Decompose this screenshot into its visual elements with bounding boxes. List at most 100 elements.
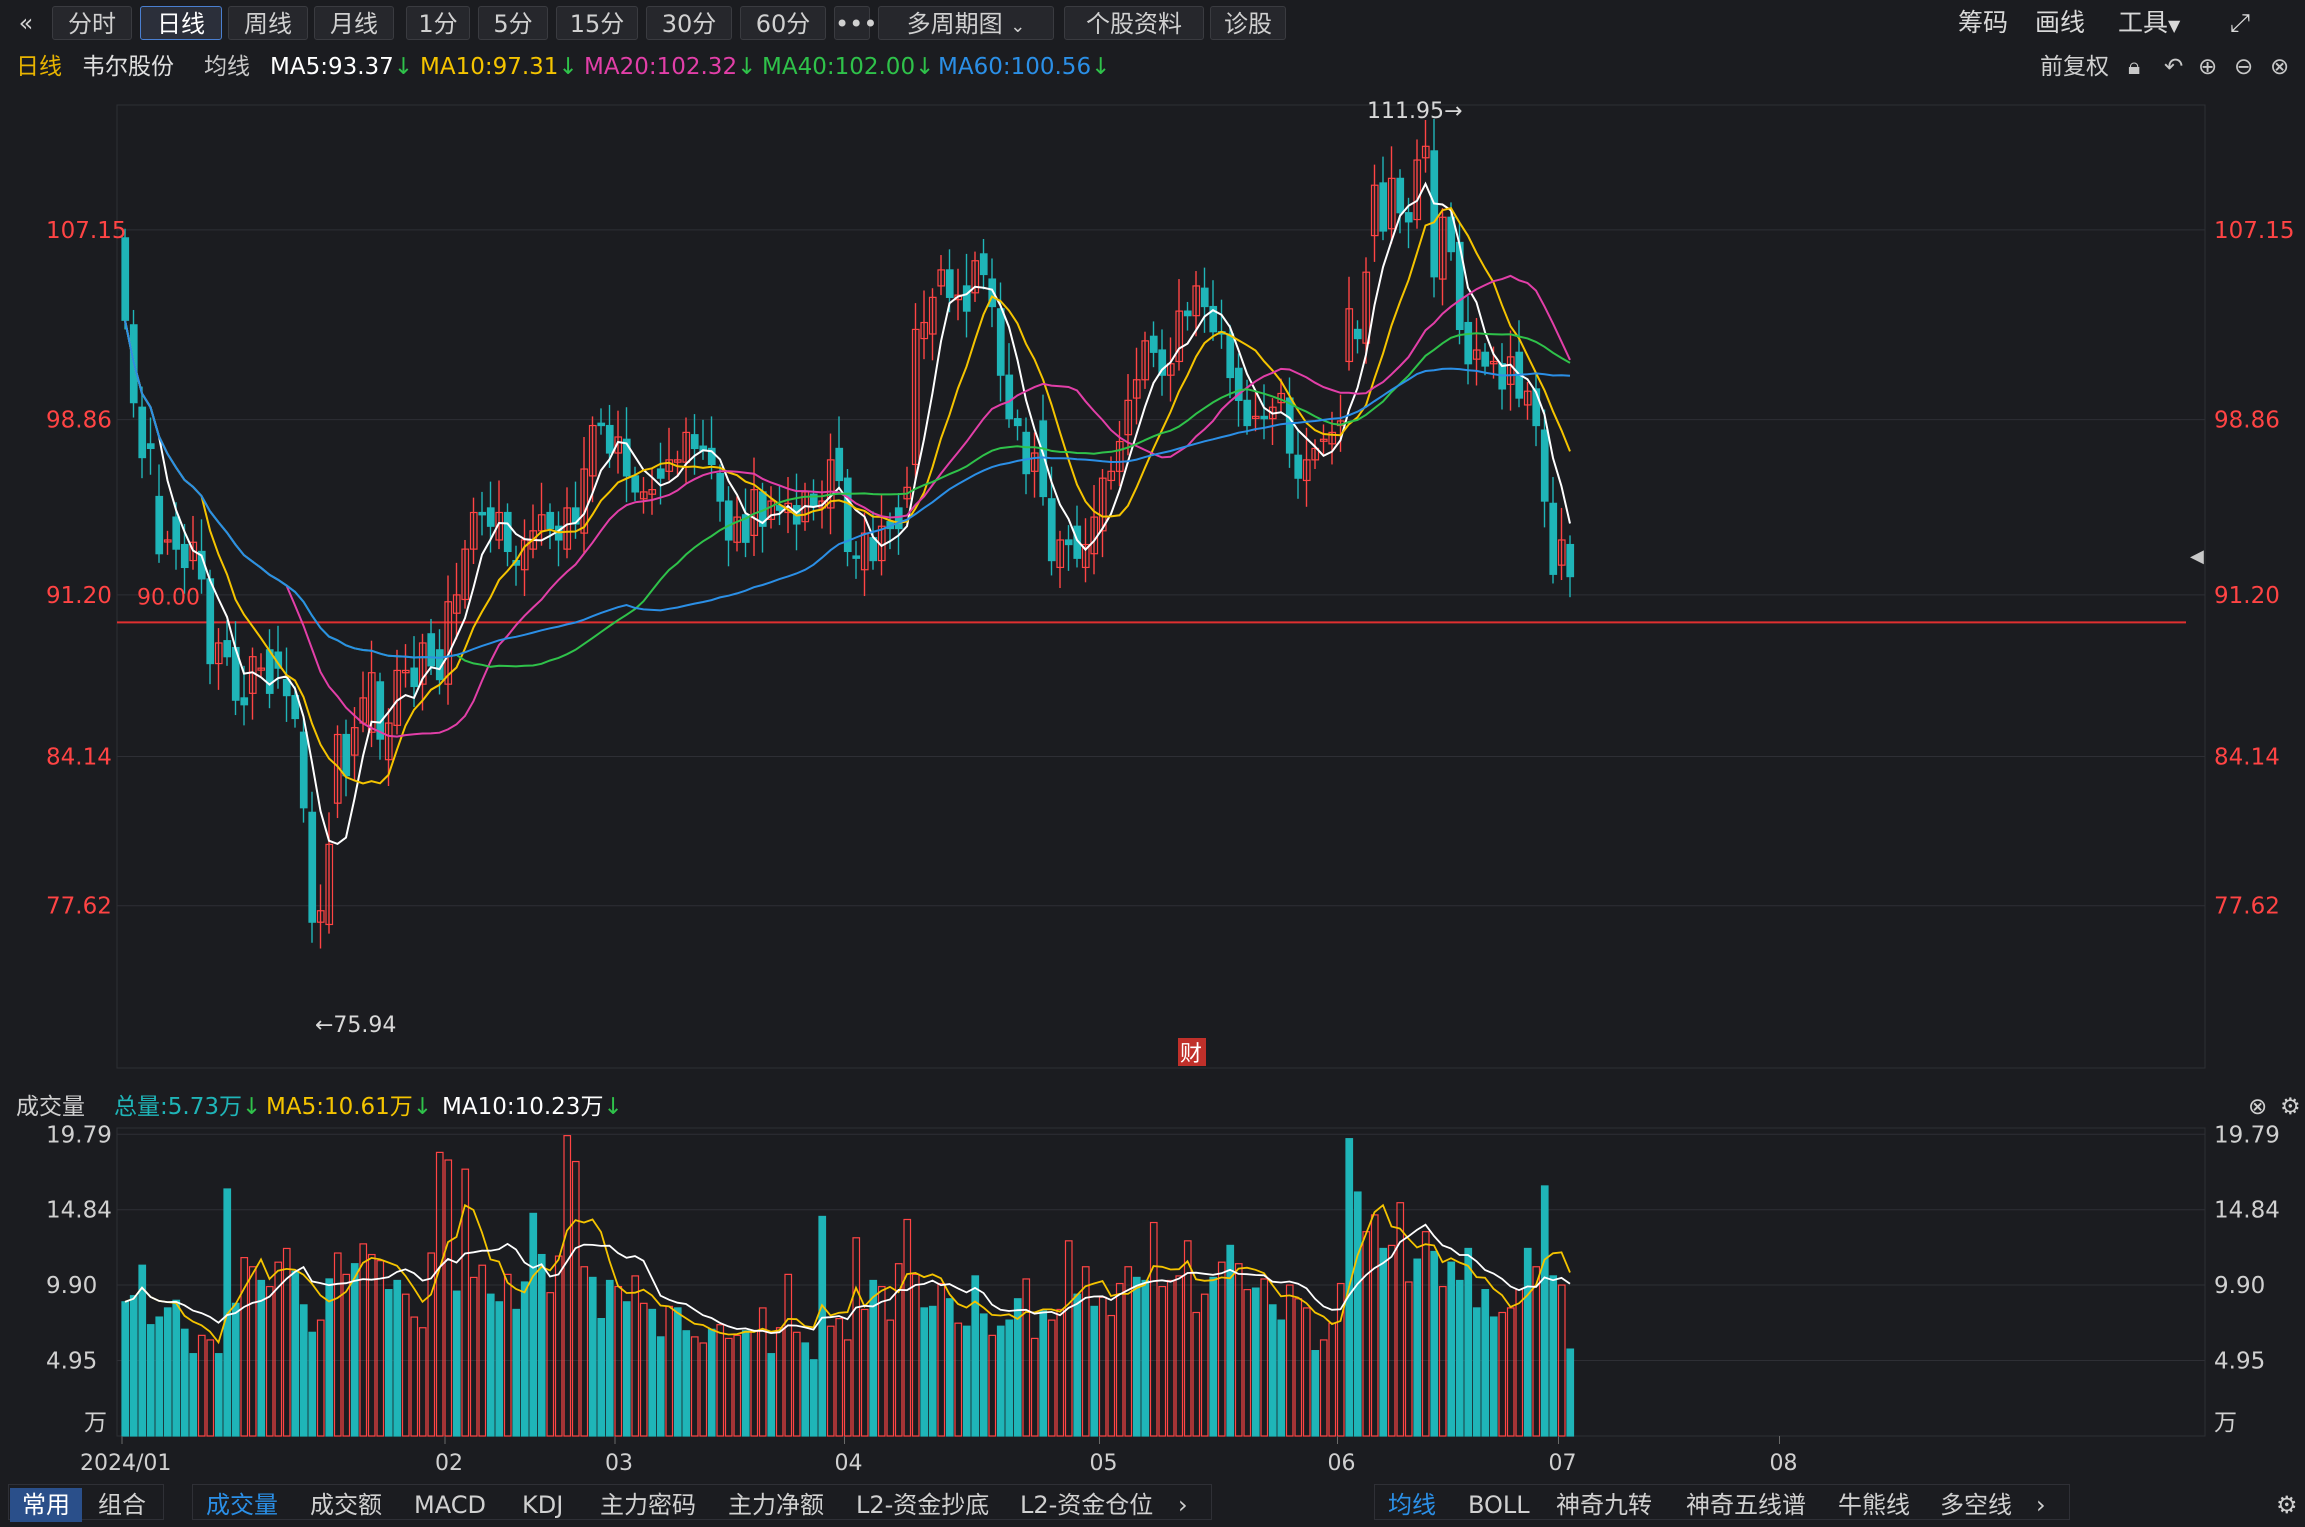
volume-bar-down: [180, 1328, 189, 1437]
volume-bar-up: [835, 1317, 844, 1437]
candle-down: [172, 516, 181, 550]
volume-bar-down: [682, 1330, 691, 1437]
candle-down: [962, 285, 971, 312]
volume-bar-down: [308, 1331, 317, 1437]
volume-bar-up: [886, 1319, 895, 1437]
volume-bar-down: [979, 1313, 988, 1437]
volume-bar-down: [163, 1307, 172, 1437]
volume-bar-down: [920, 1307, 929, 1437]
volume-bar-down: [588, 1276, 597, 1437]
event-badge[interactable]: 财: [1180, 1042, 1202, 1067]
volume-bar-up: [792, 1331, 801, 1437]
volume-bar-up: [1421, 1231, 1430, 1437]
indicator-volume[interactable]: 成交量: [206, 1488, 278, 1522]
candle-down: [240, 697, 249, 706]
overlay-long-short[interactable]: 多空线: [1940, 1488, 2012, 1522]
volume-tick-left: 9.90: [46, 1273, 97, 1299]
overlay-boll[interactable]: BOLL: [1468, 1488, 1530, 1522]
volume-bar-up: [206, 1339, 215, 1437]
candle-down: [1013, 418, 1022, 427]
volume-bar-down: [495, 1301, 504, 1437]
overlay-bull-bear[interactable]: 牛熊线: [1838, 1488, 1910, 1522]
candle-down: [1379, 182, 1388, 232]
volume-bar-up: [1064, 1240, 1073, 1437]
volume-bar-down: [1090, 1305, 1099, 1437]
volume-bar-down: [869, 1279, 878, 1437]
volume-bar-down: [1447, 1261, 1456, 1437]
overlay-td9[interactable]: 神奇九转: [1556, 1488, 1652, 1522]
volume-settings-icon[interactable]: ⚙: [2280, 1090, 2301, 1124]
overlay-next-icon[interactable]: ›: [2036, 1488, 2046, 1522]
candle-down: [180, 543, 189, 569]
month-label: 2024/01: [80, 1451, 171, 1476]
volume-bar-up: [1396, 1202, 1405, 1437]
volume-bar-down: [971, 1275, 980, 1437]
volume-bar-up: [860, 1308, 869, 1437]
volume-bar-down: [1379, 1247, 1388, 1437]
indicator-kdj[interactable]: KDJ: [522, 1488, 563, 1522]
volume-bar-up: [1115, 1282, 1124, 1437]
volume-bar-up: [367, 1253, 376, 1437]
month-label: 08: [1770, 1451, 1798, 1476]
volume-bar-up: [1192, 1311, 1201, 1437]
volume-bar-up: [418, 1327, 427, 1437]
candle-down: [138, 406, 147, 459]
overlay-5lines[interactable]: 神奇五线谱: [1686, 1488, 1806, 1522]
candle-down: [308, 811, 317, 923]
candle-down: [121, 237, 130, 321]
indicator-l2-bottom[interactable]: L2-资金抄底: [856, 1488, 989, 1522]
bottom-indicator-bar: 常用 组合 成交量 成交额 MACD KDJ 主力密码 主力净额 L2-资金抄底…: [0, 1482, 2305, 1527]
volume-bar-down: [1413, 1258, 1422, 1437]
volume-bar-down: [1430, 1250, 1439, 1437]
candle-down: [1260, 415, 1269, 420]
volume-bar-down: [945, 1298, 954, 1437]
indicator-macd[interactable]: MACD: [414, 1488, 486, 1522]
low-annotation: ←75.94: [315, 1013, 396, 1038]
volume-bar-up: [376, 1260, 385, 1437]
candle-down: [979, 253, 988, 276]
volume-bar-up: [1149, 1221, 1158, 1437]
indicator-main-net[interactable]: 主力净额: [728, 1488, 824, 1522]
candle-down: [486, 507, 495, 527]
candle-down: [1022, 431, 1031, 475]
volume-bar-down: [962, 1325, 971, 1437]
indicator-main-force-code[interactable]: 主力密码: [600, 1488, 696, 1522]
volume-bar-up: [1404, 1281, 1413, 1437]
month-label: 07: [1549, 1451, 1577, 1476]
volume-bar-down: [1311, 1350, 1320, 1437]
tab-common[interactable]: 常用: [10, 1488, 82, 1522]
candle-down: [1200, 287, 1209, 308]
candle-down: [1566, 543, 1575, 578]
volume-bar-up: [401, 1293, 410, 1437]
volume-bar-down: [1268, 1304, 1277, 1437]
candle-down: [427, 633, 436, 667]
volume-bar-down: [622, 1301, 631, 1437]
volume-bar-up: [1098, 1296, 1107, 1437]
tab-combo[interactable]: 组合: [98, 1488, 146, 1522]
indicator-l2-position[interactable]: L2-资金仓位: [1020, 1488, 1153, 1522]
volume-bar-down: [520, 1281, 529, 1437]
overlay-ma[interactable]: 均线: [1388, 1488, 1436, 1522]
candle-down: [945, 269, 954, 298]
volume-bar-down: [801, 1342, 810, 1437]
volume-bar-down: [1489, 1316, 1498, 1437]
volume-bar-up: [1515, 1289, 1524, 1437]
indicator-turnover[interactable]: 成交额: [310, 1488, 382, 1522]
volume-close-icon[interactable]: ⊗: [2248, 1090, 2267, 1124]
candle-down: [1404, 212, 1413, 223]
volume-bar-up: [1506, 1307, 1515, 1437]
indicator-next-icon[interactable]: ›: [1178, 1488, 1188, 1522]
volume-bar-up: [333, 1252, 342, 1437]
candle-down: [724, 500, 733, 541]
ma40-line: [124, 320, 1571, 668]
gear-icon[interactable]: ⚙: [2276, 1488, 2298, 1522]
volume-bar-down: [189, 1353, 198, 1437]
candle-down: [690, 434, 699, 450]
volume-bar-down: [537, 1253, 546, 1437]
volume-tick-left: 19.79: [46, 1122, 112, 1148]
volume-bar-down: [1209, 1276, 1218, 1437]
kline-chart[interactable]: 107.15 107.15 98.86 98.86 91.20 91.20 84.14 84.…: [0, 0, 2305, 1480]
volume-bar-up: [1319, 1339, 1328, 1437]
price-grid: [117, 229, 2205, 907]
volume-ma5-line: [124, 1203, 1571, 1345]
